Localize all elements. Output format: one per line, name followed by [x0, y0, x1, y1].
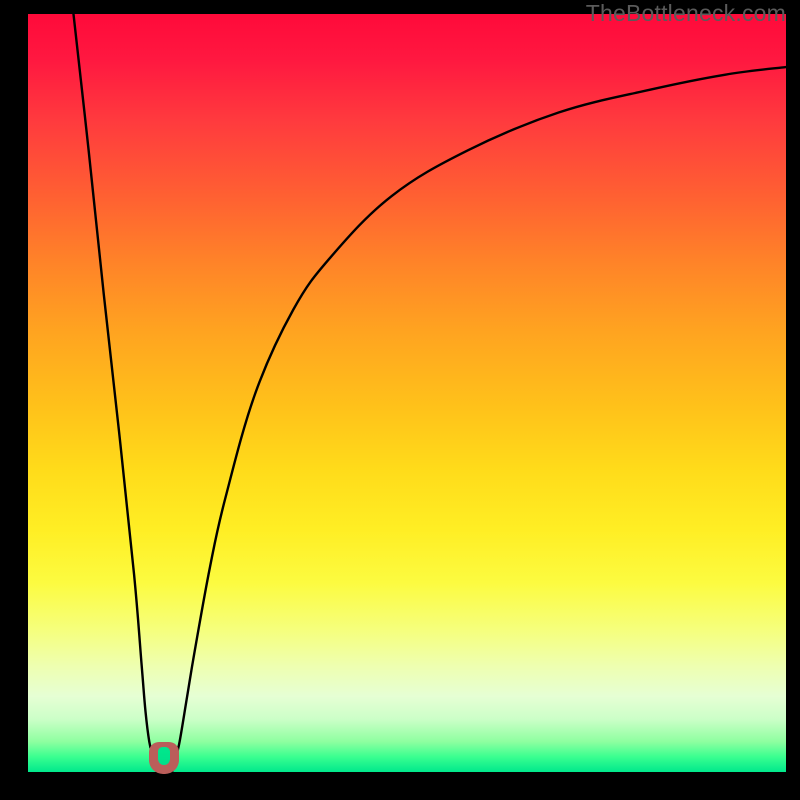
curve-layer — [28, 14, 786, 772]
left-curve — [73, 14, 156, 772]
watermark-text: TheBottleneck.com — [586, 0, 786, 27]
plot-area — [28, 14, 786, 772]
trough-marker — [149, 742, 179, 774]
right-curve — [172, 67, 786, 772]
chart-frame: TheBottleneck.com — [0, 0, 800, 800]
